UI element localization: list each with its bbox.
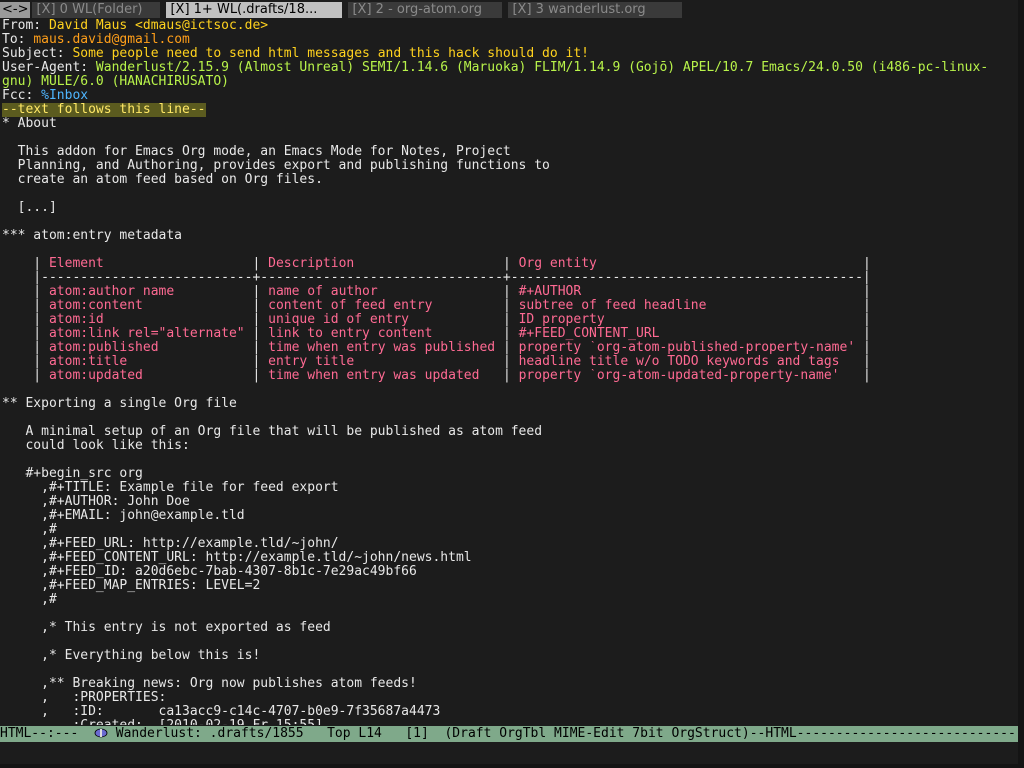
fcc-value[interactable]: %Inbox <box>41 89 88 103</box>
table-cell: link to entry content <box>268 327 503 341</box>
about-heading: * About <box>2 117 57 131</box>
src-line <box>2 607 1018 621</box>
table-row: | atom:updated | time when entry was upd… <box>2 369 871 383</box>
mode-line: HTML--:--- Wanderlust: .drafts/1855 Top … <box>0 726 1018 742</box>
table-cell: #+AUTHOR <box>518 285 863 299</box>
export-heading: ** Exporting a single Org file <box>2 397 237 411</box>
table-cell: time when entry was updated <box>268 369 503 383</box>
src-line: ,# <box>2 593 57 607</box>
table-cell: unique id of entry <box>268 313 503 327</box>
table-cell: atom:id <box>48 313 253 327</box>
src-line: , :ID: ca13acc9-c14c-4707-b0e9-7f35687a4… <box>2 705 441 719</box>
header-to: To: maus.david@gmail.com <box>2 33 190 47</box>
table-row: | atom:content | content of feed entry |… <box>2 299 871 313</box>
header-user-agent-cont: gnu) MULE/6.0 (HANACHIRUSATO) <box>2 75 229 89</box>
table-row: | atom:author name | name of author | #+… <box>2 285 871 299</box>
table-cell: atom:title <box>48 355 253 369</box>
mode-line-info: Wanderlust: .drafts/1855 Top L14 [1] (Dr… <box>107 726 1018 741</box>
table-cell: headline title w/o TODO keywords and tag… <box>518 355 863 369</box>
header-user-agent: User-Agent: Wanderlust/2.15.9 (Almost Un… <box>2 61 989 75</box>
src-line: ,#+FEED_ID: a20d6ebc-7bab-4307-8b1c-7e29… <box>2 565 417 579</box>
table-cell: content of feed entry <box>268 299 503 313</box>
src-line: ,#+TITLE: Example file for feed export <box>2 481 339 495</box>
about-paragraph-line: This addon for Emacs Org mode, an Emacs … <box>2 145 511 159</box>
table-cell: name of author <box>268 285 503 299</box>
src-line <box>2 663 1018 677</box>
tab-back[interactable]: <-> <box>0 2 31 18</box>
tab-wl-folder[interactable]: [X] 0 WL(Folder) <box>32 2 161 18</box>
table-cell: entry title <box>268 355 503 369</box>
ellipsis-text: [...] <box>2 201 57 215</box>
header-subject: Subject: Some people need to send html m… <box>2 47 590 61</box>
header-fcc: Fcc: %Inbox <box>2 89 89 103</box>
table-header-cell: Org entity <box>518 257 863 271</box>
mode-line-status: HTML--:--- <box>0 726 94 741</box>
src-line: ,#+EMAIL: john@example.tld <box>2 509 245 523</box>
from-value[interactable]: David Maus <dmaus@ictsoc.de> <box>49 19 268 33</box>
tab-wl-drafts[interactable]: [X] 1+ WL(.drafts/18... <box>166 2 343 18</box>
table-row: | atom:id | unique id of entry | ID prop… <box>2 313 871 327</box>
table-header-row: | Element | Description | Org entity | <box>2 257 871 271</box>
wanderlust-icon <box>94 728 108 738</box>
src-line: ,#+AUTHOR: John Doe <box>2 495 190 509</box>
table-cell: atom:content <box>48 299 253 313</box>
table-cell: atom:author name <box>48 285 253 299</box>
table-cell: subtree of feed headline <box>518 299 863 313</box>
table-header-cell: Element <box>48 257 253 271</box>
src-block: ,#+TITLE: Example file for feed export ,… <box>2 481 1018 725</box>
table-cell: property `org-atom-updated-property-name… <box>518 369 863 383</box>
user-agent-value: Wanderlust/2.15.9 (Almost Unreal) SEMI/1… <box>95 61 989 75</box>
frame-border-bottom <box>0 764 1024 768</box>
about-paragraph-line: Planning, and Authoring, provides export… <box>2 159 550 173</box>
table-cell: ID property <box>518 313 863 327</box>
export-paragraph-line: A minimal setup of an Org file that will… <box>2 425 543 439</box>
table-cell: time when entry was published <box>268 341 503 355</box>
table-rule: |---------------------------+-----------… <box>2 271 871 285</box>
table-cell: property `org-atom-published-property-na… <box>518 341 863 355</box>
metadata-heading: *** atom:entry metadata <box>2 229 183 243</box>
table-cell: #+FEED_CONTENT_URL <box>518 327 863 341</box>
src-line <box>2 635 1018 649</box>
subject-value[interactable]: Some people need to send html messages a… <box>72 47 589 61</box>
draft-buffer[interactable]: From: David Maus <dmaus@ictsoc.de> To: m… <box>2 19 1018 725</box>
minibuffer[interactable] <box>0 744 1018 764</box>
src-begin: #+begin_src org <box>2 467 143 481</box>
frame-border-right <box>1018 0 1024 768</box>
src-line: ,#+FEED_MAP_ENTRIES: LEVEL=2 <box>2 579 261 593</box>
body-separator: --text follows this line-- <box>2 103 206 117</box>
emacs-frame: <-> [X] 0 WL(Folder) [X] 1+ WL(.drafts/1… <box>0 0 1024 764</box>
about-paragraph-line: create an atom feed based on Org files. <box>2 173 323 187</box>
tab-bar: <-> [X] 0 WL(Folder) [X] 1+ WL(.drafts/1… <box>0 2 1018 18</box>
src-line: ,# <box>2 523 57 537</box>
tab-org-atom[interactable]: [X] 2 - org-atom.org <box>348 2 503 18</box>
org-table: | Element | Description | Org entity | |… <box>2 257 1018 383</box>
src-line: ,#+FEED_CONTENT_URL: http://example.tld/… <box>2 551 472 565</box>
table-row: | atom:link rel="alternate" | link to en… <box>2 327 871 341</box>
table-cell: atom:link rel="alternate" <box>48 327 253 341</box>
src-line: ,#+FEED_URL: http://example.tld/~john/ <box>2 537 339 551</box>
export-paragraph-line: could look like this: <box>2 439 190 453</box>
src-line: ,** Breaking news: Org now publishes ato… <box>2 677 417 691</box>
src-line: , :PROPERTIES: <box>2 691 167 705</box>
to-value[interactable]: maus.david@gmail.com <box>33 33 190 47</box>
table-row: | atom:title | entry title | headline ti… <box>2 355 871 369</box>
table-header-cell: Description <box>268 257 503 271</box>
src-line: ,* This entry is not exported as feed <box>2 621 331 635</box>
header-from: From: David Maus <dmaus@ictsoc.de> <box>2 19 269 33</box>
table-cell: atom:published <box>48 341 253 355</box>
src-line: , :Created: [2010-02-19 Fr 15:55] <box>2 719 1018 725</box>
src-line: ,* Everything below this is! <box>2 649 261 663</box>
table-row: | atom:published | time when entry was p… <box>2 341 871 355</box>
table-cell: atom:updated <box>48 369 253 383</box>
tab-wanderlust-org[interactable]: [X] 3 wanderlust.org <box>508 2 683 18</box>
